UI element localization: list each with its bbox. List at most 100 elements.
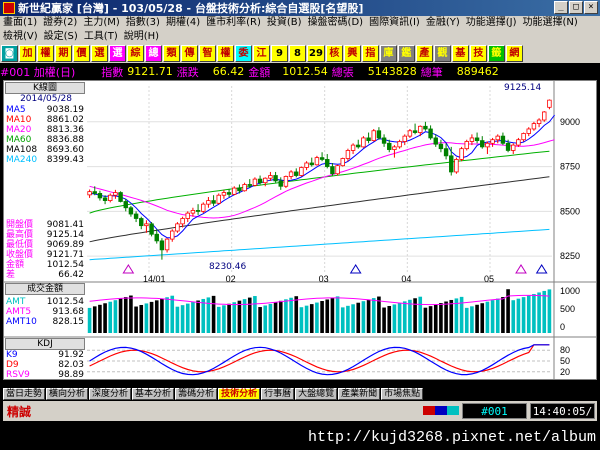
tab-4[interactable]: 籌碼分析	[175, 388, 218, 400]
amt5-line	[89, 294, 550, 306]
toolbar-button[interactable]: 江	[253, 45, 270, 62]
toolbar-button[interactable]: 基	[451, 45, 469, 62]
menu-item[interactable]: 投資(B)	[264, 16, 305, 30]
toolbar-button[interactable]: 觀	[433, 45, 451, 62]
menu-item[interactable]: 畫面(1)	[0, 16, 40, 30]
toolbar-button[interactable]: 29	[307, 45, 325, 62]
toolbar-button[interactable]: 傳	[181, 45, 198, 62]
watermark-url: http://kujd3268.pixnet.net/album	[0, 426, 600, 450]
menu-item[interactable]: 主力(M)	[80, 16, 122, 30]
legend-value: 1012.54	[46, 297, 84, 307]
window-title: 新世紀贏家 [台灣] - 103/05/28 - 台盤技術分析:綜合自選股[名望…	[18, 2, 364, 15]
menu-item[interactable]: 設定(S)	[41, 30, 81, 44]
main-menu-bar: 畫面(1) 證券(2) 主力(M) 指數(3) 期權(4) 匯市利率(R) 投資(B) 操盤密…	[0, 16, 600, 30]
toolbar-button[interactable]: 9	[271, 45, 288, 62]
candle-body	[387, 142, 392, 150]
amount-bar	[470, 306, 474, 333]
menu-item[interactable]: 操盤密碼(D)	[305, 16, 367, 30]
quote-info-bar: #001 加權(日) 指數 9121.71 漲跌 66.42 金額 1012.5…	[0, 64, 600, 79]
amount-bar	[537, 292, 541, 333]
amount-bar	[263, 305, 268, 333]
legend-label: AMT	[6, 297, 26, 307]
candle-body	[350, 144, 356, 151]
candle-body	[226, 192, 232, 195]
toolbar-button[interactable]: 8	[289, 45, 306, 62]
menu-item[interactable]: 功能選擇(J)	[463, 16, 520, 30]
toolbar-button[interactable]: 期	[55, 45, 72, 62]
menu-item[interactable]: 工具(T)	[81, 30, 121, 44]
menu-item[interactable]: 匯市利率(R)	[203, 16, 264, 30]
tab-7[interactable]: 大盤總覽	[295, 388, 338, 400]
menu-item[interactable]: 檢視(V)	[0, 30, 41, 44]
toolbar-button[interactable]: 網	[505, 45, 523, 62]
toolbar-button[interactable]: 總	[145, 45, 162, 62]
menu-item[interactable]: 期權(4)	[163, 16, 203, 30]
toolbar-button[interactable]: 指	[361, 45, 379, 62]
legend-row: D9 82.03	[6, 360, 84, 370]
toolbar-button[interactable]: 綜	[127, 45, 144, 62]
amount-bar	[185, 303, 190, 333]
toolbar-button[interactable]: 產	[415, 45, 433, 62]
candle-body	[154, 233, 159, 242]
amount-label: 金額	[248, 65, 271, 79]
tab-3[interactable]: 基本分析	[132, 388, 175, 400]
tab-8[interactable]: 產業新聞	[338, 388, 381, 400]
toolbar-button[interactable]: 價	[73, 45, 90, 62]
toolbar-button[interactable]: 選	[109, 45, 126, 62]
candle-body	[428, 128, 433, 139]
toolbar-button[interactable]: 籤	[487, 45, 505, 62]
toolbar-button[interactable]: 加	[19, 45, 36, 62]
signal-marker	[349, 264, 362, 274]
tab-5[interactable]: 技術分析	[218, 388, 261, 400]
tab-1[interactable]: 橫向分析	[46, 388, 89, 400]
toolbar-button[interactable]: 鑑	[397, 45, 415, 62]
toolbar-button[interactable]: 委	[235, 45, 252, 62]
toolbar-button[interactable]: 庫	[379, 45, 397, 62]
amount-bar	[330, 297, 335, 333]
amount-bar	[392, 304, 397, 333]
amount-bar	[439, 303, 443, 333]
menu-item[interactable]: 指數(3)	[123, 16, 163, 30]
amount-bar	[196, 300, 200, 333]
toolbar-button[interactable]: 選	[91, 45, 108, 62]
tab-6[interactable]: 行事曆	[261, 388, 295, 400]
chart-canvas[interactable]: 9000 8750 8500 8250 14/01 02 03 04 05 1000 500 0 805…	[4, 81, 597, 380]
tab-2[interactable]: 深度分析	[89, 388, 132, 400]
menu-item[interactable]: 國際資訊(I)	[366, 16, 423, 30]
menu-item[interactable]: 功能選擇(N)	[520, 16, 581, 30]
candle-body	[139, 218, 144, 227]
candle-body	[392, 146, 397, 150]
menu-item[interactable]: 說明(H)	[121, 30, 162, 44]
minimize-button[interactable]: _	[554, 1, 568, 14]
toolbar-button[interactable]: 權	[37, 45, 54, 62]
amount-bar	[154, 300, 159, 333]
toolbar-button[interactable]: 智	[199, 45, 216, 62]
amount-bar	[103, 303, 107, 333]
tab-9[interactable]: 市場焦點	[381, 388, 424, 400]
maximize-button[interactable]: □	[569, 1, 583, 14]
candle-body	[118, 192, 123, 202]
amount-bar	[501, 297, 505, 333]
menu-item[interactable]: 金融(Y)	[423, 16, 463, 30]
amount-panel-header: 成交金額	[5, 283, 85, 295]
menu-item[interactable]: 證券(2)	[40, 16, 80, 30]
toolbar-button[interactable]: 技	[469, 45, 487, 62]
ma5-line	[89, 114, 555, 239]
toolbar-button[interactable]: 興	[343, 45, 361, 62]
tab-0[interactable]: 當日走勢	[3, 388, 46, 400]
amount-y-tick: 500	[560, 304, 575, 314]
kdj-y-tick: 20	[560, 367, 570, 377]
legend-row: AMT5 913.68	[6, 307, 84, 317]
toolbar-button[interactable]: 權	[217, 45, 234, 62]
chart-area[interactable]: 9000 8750 8500 8250 14/01 02 03 04 05 1000 500 0 80 5…	[3, 80, 597, 380]
change-value: 66.42	[212, 65, 245, 78]
toolbar-button[interactable]: 核	[325, 45, 343, 62]
kline-date: 2014/05/28	[20, 94, 72, 104]
close-button[interactable]: ×	[584, 1, 598, 14]
toolbar-button[interactable]: 類	[163, 45, 180, 62]
toolbar-button[interactable]: ◙	[1, 45, 18, 62]
candle-body	[449, 155, 454, 173]
candle-body	[164, 238, 170, 251]
symbol-code-input[interactable]: #001	[462, 403, 527, 419]
legend-row: 差 66.42	[6, 270, 84, 280]
